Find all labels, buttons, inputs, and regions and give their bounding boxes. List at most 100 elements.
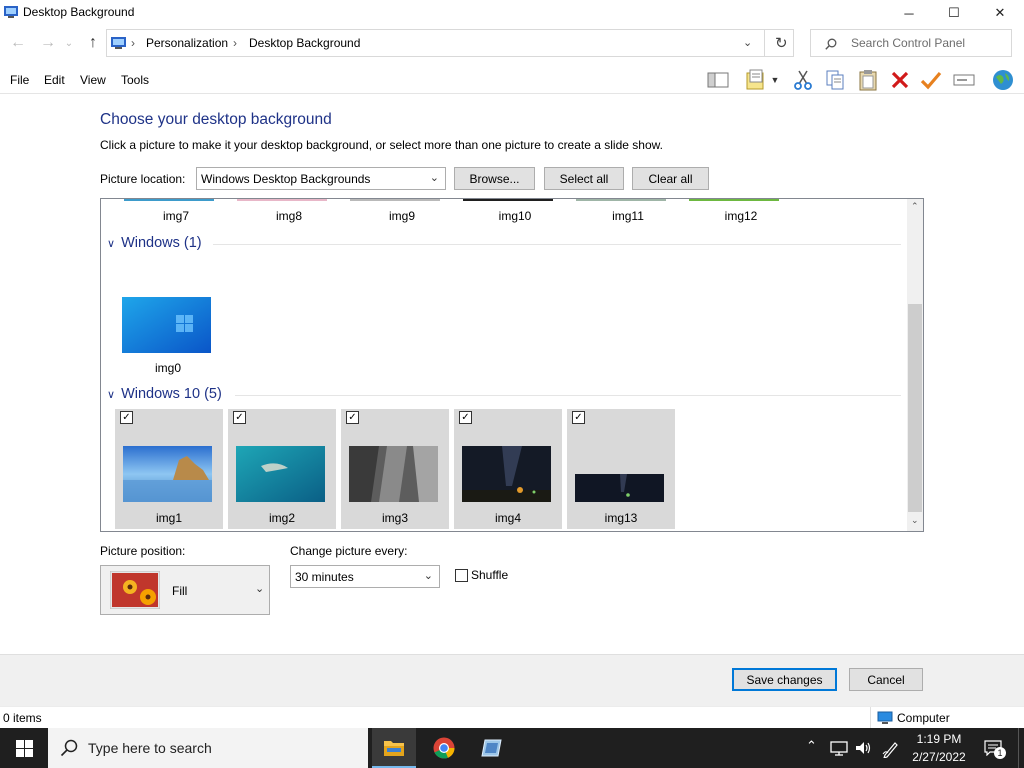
- thumbnail-img10[interactable]: [463, 199, 553, 201]
- thumbnail-caption: img12: [724, 209, 758, 223]
- breadcrumb-personalization[interactable]: Personalization: [146, 36, 228, 50]
- clear-all-button[interactable]: Clear all: [632, 167, 709, 190]
- browse-button[interactable]: Browse...: [454, 167, 535, 190]
- volume-icon[interactable]: [855, 740, 873, 756]
- maximize-button[interactable]: ☐: [931, 0, 977, 26]
- search-icon: [60, 739, 78, 757]
- thumbnail-img12[interactable]: [689, 199, 779, 201]
- computer-icon: [877, 711, 893, 724]
- checkbox-img2[interactable]: ✓: [233, 411, 246, 424]
- cut-icon[interactable]: [790, 68, 816, 92]
- control-panel-icon: [481, 739, 502, 757]
- notification-center[interactable]: 1: [982, 738, 1008, 760]
- chevron-down-icon: ∨: [107, 389, 116, 401]
- close-icon: ✕: [994, 5, 1006, 20]
- thumbnail-img9[interactable]: [350, 199, 440, 201]
- picture-gallery[interactable]: img7 img8 img9 img10 img11 img12 ∨ Window…: [100, 198, 924, 532]
- checkbox-img4[interactable]: ✓: [459, 411, 472, 424]
- taskbar-control-panel[interactable]: [470, 728, 514, 768]
- check-icon[interactable]: [918, 68, 944, 92]
- search-icon: [825, 38, 837, 50]
- globe-icon[interactable]: [990, 68, 1016, 92]
- scrollbar-thumb[interactable]: [908, 304, 922, 512]
- thumbnail-img1[interactable]: ✓ img1: [115, 409, 223, 529]
- menu-edit[interactable]: Edit: [44, 73, 65, 87]
- properties-icon[interactable]: [743, 68, 769, 92]
- windows-start-icon[interactable]: [16, 740, 33, 757]
- scroll-down-icon[interactable]: ⌄: [911, 515, 919, 526]
- picture-position-select[interactable]: Fill ⌄: [100, 565, 270, 615]
- forward-button[interactable]: →: [38, 34, 58, 52]
- thumbnail-img13[interactable]: ✓ img13: [567, 409, 675, 529]
- control-panel-icon: [111, 37, 126, 49]
- picture-position-value: Fill: [172, 584, 188, 598]
- pen-icon[interactable]: [882, 740, 900, 758]
- picture-img1: [123, 446, 212, 502]
- picture-img3: [349, 446, 438, 502]
- network-icon[interactable]: [830, 740, 848, 756]
- thumbnail-img8[interactable]: [237, 199, 327, 201]
- group-header-windows[interactable]: ∨ Windows (1): [107, 235, 202, 251]
- fill-preview-icon: [110, 571, 160, 609]
- checkbox-img1[interactable]: ✓: [120, 411, 133, 424]
- show-hidden-icons-icon[interactable]: ⌃: [806, 738, 817, 754]
- chevron-down-icon[interactable]: ▼: [768, 68, 782, 92]
- picture-location-label: Picture location:: [100, 172, 186, 186]
- thumbnail-img2[interactable]: ✓ img2: [228, 409, 336, 529]
- menu-tools[interactable]: Tools: [121, 73, 149, 87]
- thumbnail-img7[interactable]: [124, 199, 214, 201]
- thumbnail-img11[interactable]: [576, 199, 666, 201]
- rename-icon[interactable]: [951, 68, 977, 92]
- shuffle-checkbox[interactable]: [455, 569, 468, 582]
- back-button[interactable]: ←: [8, 34, 28, 52]
- taskbar-chrome[interactable]: [422, 728, 466, 768]
- close-button[interactable]: ✕: [977, 0, 1023, 26]
- paste-icon[interactable]: [855, 68, 881, 92]
- up-button[interactable]: ↑: [83, 34, 103, 52]
- taskbar-file-explorer[interactable]: [372, 728, 416, 768]
- thumbnail-img4[interactable]: ✓ img4: [454, 409, 562, 529]
- cancel-button[interactable]: Cancel: [849, 668, 923, 691]
- picture-img13: [575, 474, 664, 502]
- address-dropdown-icon[interactable]: ⌄: [743, 36, 752, 49]
- layout-icon[interactable]: [705, 68, 731, 92]
- taskbar-search-placeholder: Type here to search: [88, 740, 212, 756]
- menu-file[interactable]: File: [10, 73, 29, 87]
- clock-date[interactable]: 2/27/2022: [905, 750, 973, 764]
- search-box[interactable]: Search Control Panel: [810, 29, 1012, 57]
- scroll-up-icon[interactable]: ⌃: [911, 201, 919, 212]
- change-interval-select[interactable]: 30 minutes ⌄: [290, 565, 440, 588]
- save-changes-button[interactable]: Save changes: [732, 668, 837, 691]
- delete-icon[interactable]: [887, 68, 913, 92]
- taskbar-search-box[interactable]: Type here to search: [48, 728, 368, 768]
- group-header-windows-10[interactable]: ∨ Windows 10 (5): [107, 386, 222, 402]
- show-desktop-button[interactable]: [1018, 728, 1024, 768]
- menu-view[interactable]: View: [80, 73, 106, 87]
- thumbnail-img3[interactable]: ✓ img3: [341, 409, 449, 529]
- minimize-icon: ─: [904, 5, 914, 21]
- refresh-icon[interactable]: ↻: [775, 34, 788, 52]
- minimize-button[interactable]: ─: [886, 0, 932, 26]
- page-description: Click a picture to make it your desktop …: [100, 138, 663, 152]
- thumbnail-caption: img9: [388, 209, 415, 223]
- chevron-down-icon: ⌄: [423, 570, 433, 582]
- breadcrumb-separator: ›: [233, 36, 237, 50]
- status-bar: 0 items Computer: [0, 706, 1024, 729]
- recent-locations-button[interactable]: ⌄: [62, 34, 76, 52]
- select-all-button[interactable]: Select all: [544, 167, 624, 190]
- maximize-icon: ☐: [948, 5, 960, 20]
- vertical-scrollbar[interactable]: ⌃ ⌄: [907, 199, 923, 531]
- folder-icon: [384, 741, 404, 756]
- status-location: Computer: [897, 711, 950, 725]
- thumbnail-caption: img11: [612, 209, 644, 223]
- checkbox-img13[interactable]: ✓: [572, 411, 585, 424]
- clock-time[interactable]: 1:19 PM: [908, 732, 970, 746]
- thumbnail-caption: img3: [381, 511, 408, 525]
- picture-location-select[interactable]: Windows Desktop Backgrounds ⌄: [196, 167, 446, 190]
- breadcrumb-desktop-background[interactable]: Desktop Background: [249, 36, 360, 50]
- address-bar[interactable]: › Personalization › Desktop Background ⌄…: [106, 29, 794, 57]
- up-arrow-icon: ↑: [89, 34, 97, 51]
- copy-icon[interactable]: [822, 68, 848, 92]
- checkbox-img3[interactable]: ✓: [346, 411, 359, 424]
- window-title: Desktop Background: [23, 5, 135, 19]
